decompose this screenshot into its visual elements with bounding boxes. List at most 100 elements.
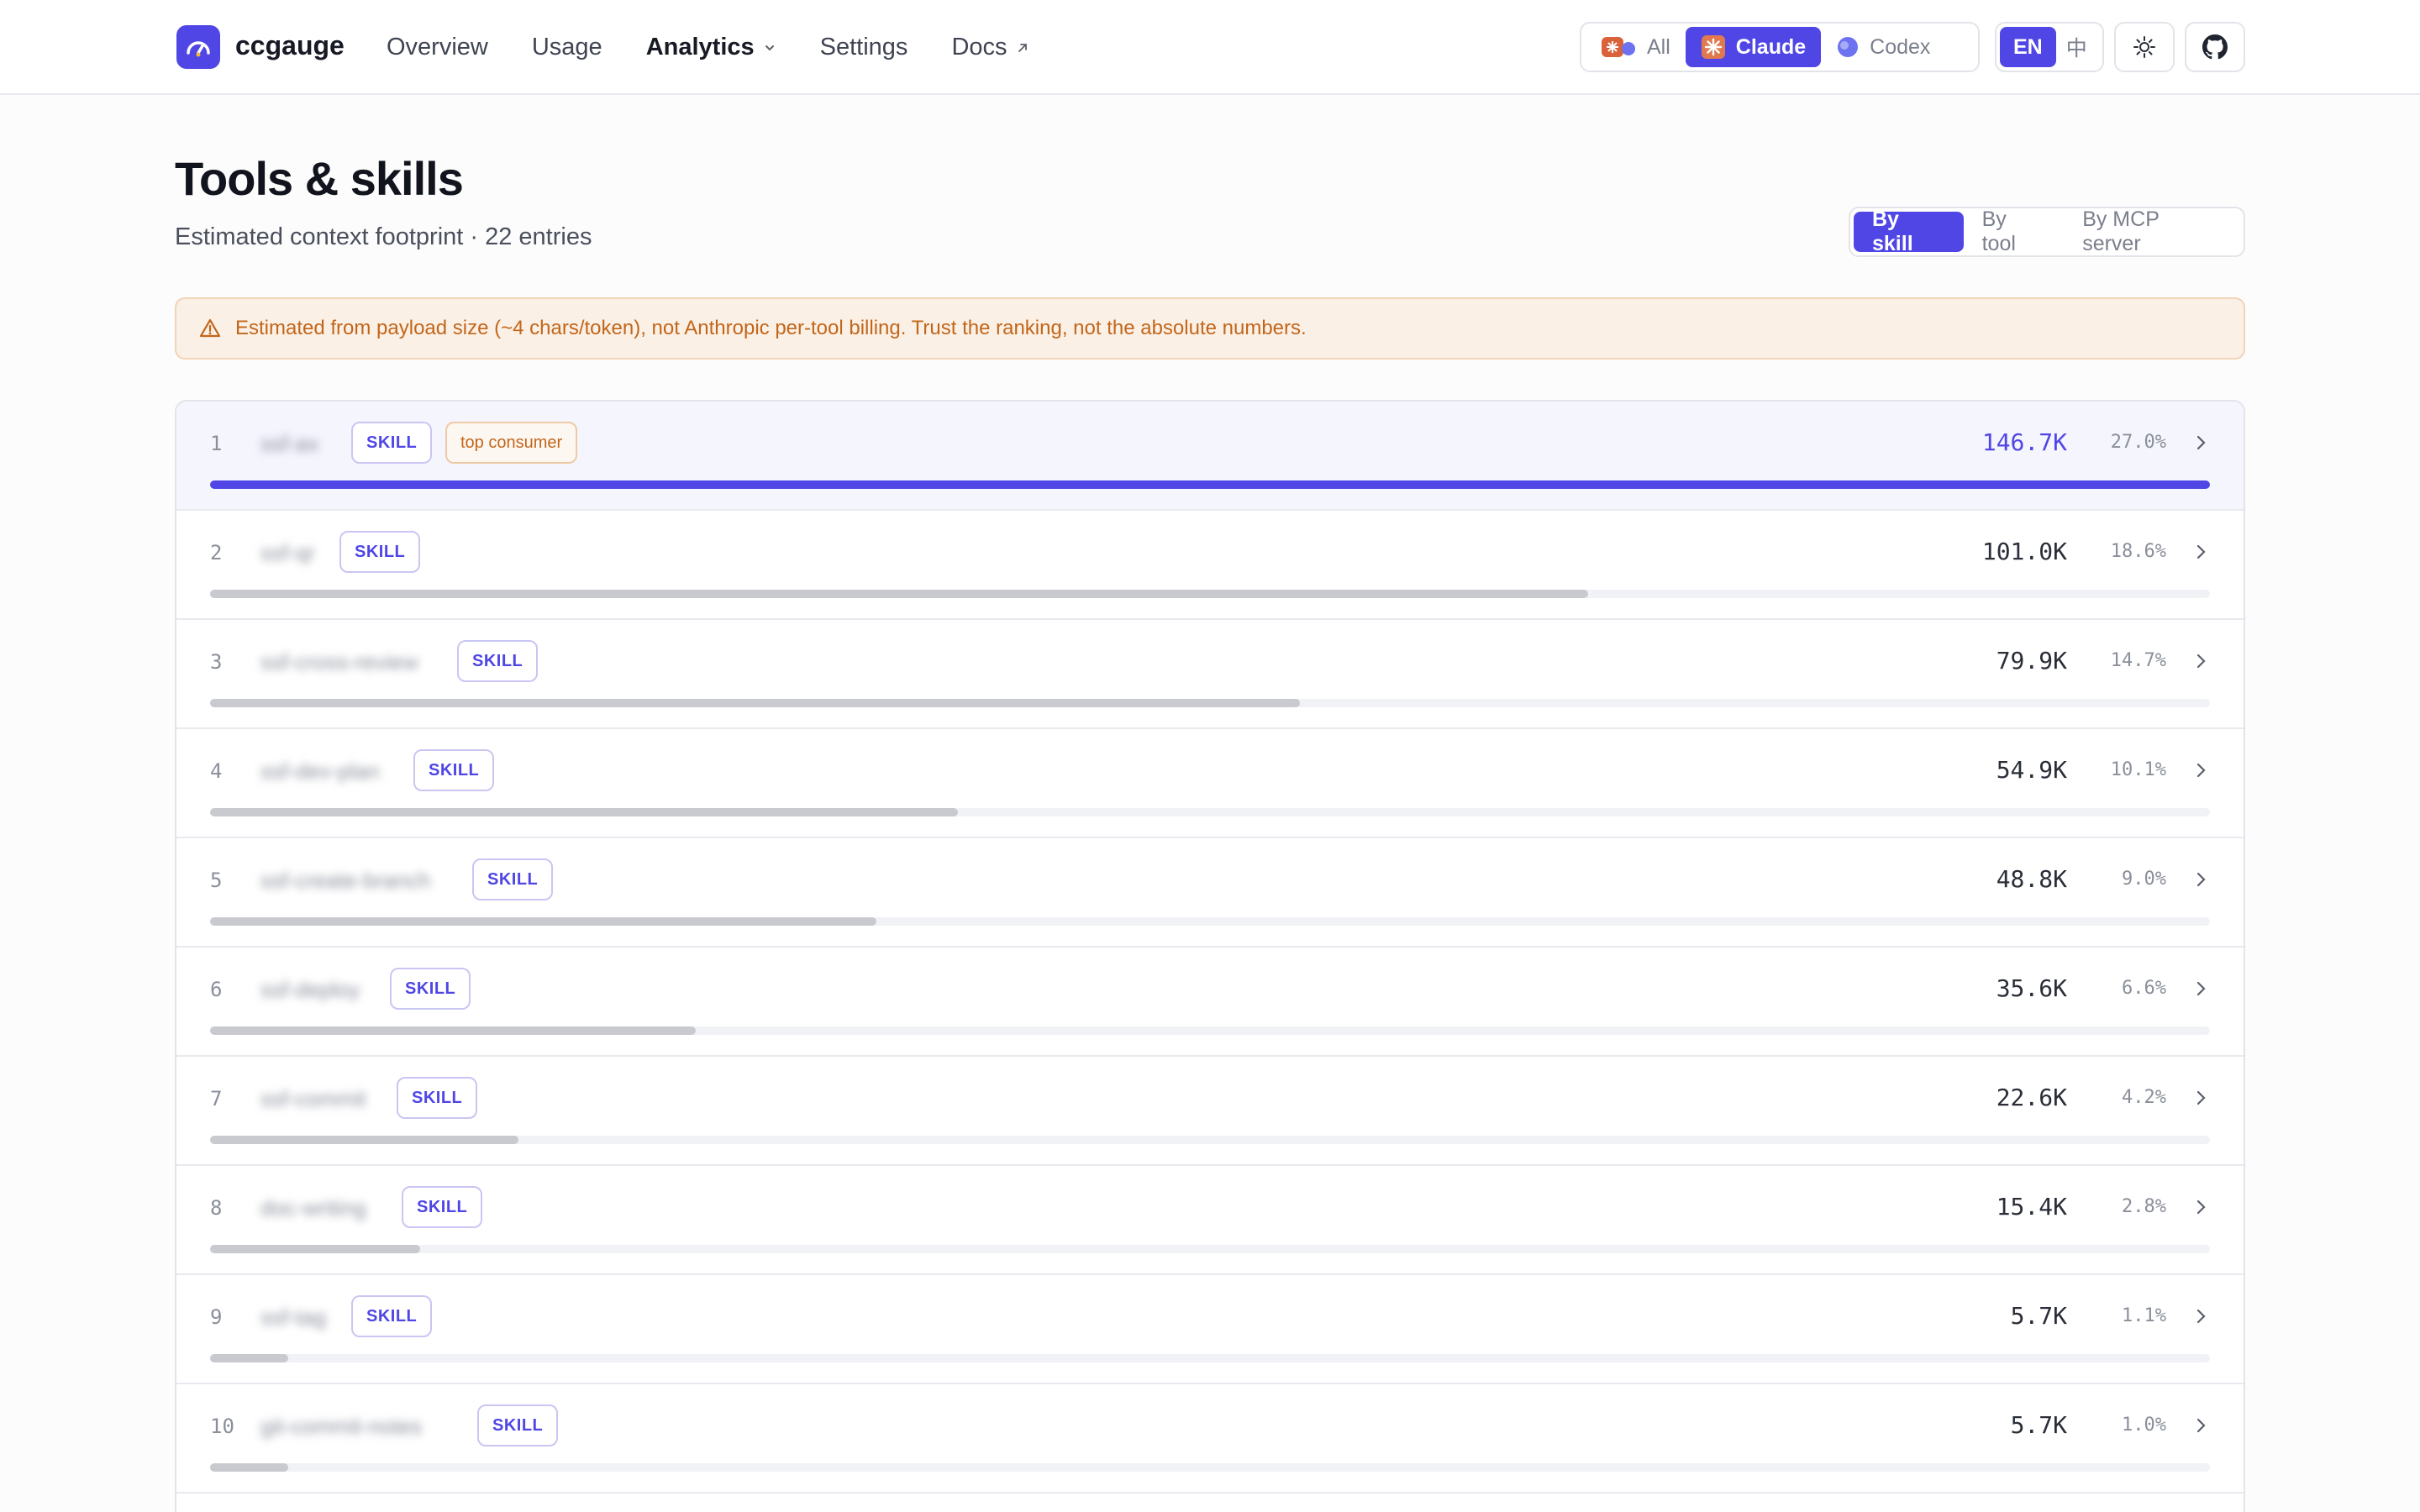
source-claude-option[interactable]: Claude [1685, 27, 1822, 67]
row-value: 54.9K [1996, 756, 2067, 784]
chevron-right-icon[interactable] [2191, 1415, 2210, 1436]
row-value: 146.7K [1981, 428, 2067, 456]
nav-overview-label: Overview [387, 34, 488, 60]
list-item[interactable]: 2 ssf-qr SKILL 101.0K 18.6% [176, 511, 2244, 620]
source-filter: All Claude Codex [1580, 22, 1980, 72]
row-rank: 7 [210, 1087, 223, 1110]
lang-en-label: EN [2013, 34, 2043, 59]
external-link-icon [1018, 43, 1027, 52]
list-item[interactable]: 3 ssf-cross-review SKILL 79.9K 14.7% [176, 620, 2244, 729]
chevron-right-icon[interactable] [2191, 1196, 2210, 1218]
source-codex-label: Codex [1870, 34, 1931, 59]
source-all-label: All [1647, 34, 1670, 59]
row-name: ssf-dev-plan [260, 759, 380, 784]
chevron-right-icon[interactable] [2191, 1087, 2210, 1109]
row-value: 35.6K [1996, 974, 2067, 1002]
usage-bar-fill [210, 699, 1301, 707]
row-name: ssf-qr [260, 540, 315, 565]
row-rank: 3 [210, 650, 223, 674]
page-subtitle: Estimated context footprint · 22 entries [175, 223, 592, 250]
nav-settings[interactable]: Settings [820, 34, 908, 61]
row-value: 101.0K [1981, 538, 2067, 565]
row-percent: 14.7% [2110, 650, 2166, 671]
row-value: 22.6K [1996, 1084, 2067, 1111]
list-item[interactable]: 9 ssf-tag SKILL 5.7K 1.1% [176, 1275, 2244, 1384]
chevron-right-icon[interactable] [2191, 432, 2210, 454]
row-value: 15.4K [1996, 1193, 2067, 1221]
usage-bar-track [210, 1026, 2210, 1035]
source-all-option[interactable]: All [1585, 27, 1686, 67]
source-codex-option[interactable]: Codex [1821, 27, 1945, 67]
page-title: Tools & skills [175, 152, 464, 205]
chevron-right-icon[interactable] [2191, 1305, 2210, 1327]
list-item[interactable]: 6 ssf-deploy SKILL 35.6K 6.6% [176, 948, 2244, 1057]
nav-overview[interactable]: Overview [387, 34, 488, 61]
row-percent: 6.6% [2122, 978, 2166, 999]
row-value: 79.9K [1996, 647, 2067, 675]
skill-badge: SKILL [397, 1077, 478, 1119]
list-item[interactable]: 5 ssf-create-branch SKILL 48.8K 9.0% [176, 838, 2244, 948]
row-name: git-commit-notes [260, 1414, 423, 1439]
sun-icon [2133, 36, 2155, 58]
top-bar: ccgauge Overview Usage Analytics Setting… [0, 0, 2420, 95]
nav-docs-label: Docs [951, 34, 1007, 60]
usage-bar-fill [210, 480, 2210, 489]
row-value: 48.8K [1996, 865, 2067, 893]
usage-bar-track [210, 1245, 2210, 1253]
usage-bar-fill [210, 1136, 518, 1144]
usage-bar-track [210, 699, 2210, 707]
skill-badge: SKILL [472, 858, 554, 900]
list-item[interactable]: 4 ssf-dev-plan SKILL 54.9K 10.1% [176, 729, 2244, 838]
chevron-right-icon[interactable] [2191, 978, 2210, 1000]
row-name: doc-writing [260, 1195, 366, 1221]
row-rank: 1 [210, 432, 223, 455]
skill-badge: SKILL [402, 1186, 483, 1228]
usage-bar-track [210, 1136, 2210, 1144]
list-item[interactable]: 1 ssf-ax SKILL top consumer 146.7K 27.0% [176, 402, 2244, 511]
lang-zh-label: 中 [2065, 37, 2087, 60]
row-rank: 5 [210, 869, 223, 892]
skills-ranking-list: 1 ssf-ax SKILL top consumer 146.7K 27.0%… [175, 400, 2245, 1512]
skill-badge: SKILL [390, 968, 471, 1010]
theme-toggle-button[interactable] [2114, 22, 2175, 72]
chevron-right-icon[interactable] [2191, 541, 2210, 563]
list-item[interactable]: 8 doc-writing SKILL 15.4K 2.8% [176, 1166, 2244, 1275]
github-icon [2202, 34, 2228, 60]
usage-bar-track [210, 480, 2210, 489]
nav-settings-label: Settings [819, 34, 908, 60]
nav-analytics[interactable]: Analytics [646, 34, 776, 61]
codex-icon [1836, 35, 1860, 59]
lang-zh-option[interactable]: 中 [2056, 27, 2097, 67]
ccgauge-logo-icon[interactable] [176, 25, 220, 69]
skill-badge: SKILL [339, 531, 421, 573]
skill-badge: SKILL [457, 640, 539, 682]
chevron-right-icon[interactable] [2191, 869, 2210, 890]
chevron-right-icon[interactable] [2191, 759, 2210, 781]
usage-bar-track [210, 590, 2210, 598]
lang-en-option[interactable]: EN [2000, 27, 2056, 67]
view-by-tool-option[interactable]: By tool [1964, 207, 2065, 255]
nav-usage-label: Usage [531, 34, 602, 60]
brand-name[interactable]: ccgauge [235, 30, 345, 61]
row-rank: 6 [210, 978, 223, 1001]
view-by-mcp-option[interactable]: By MCP server [2064, 207, 2240, 255]
usage-bar-fill [210, 1245, 420, 1253]
language-switch: EN 中 [1995, 22, 2104, 72]
usage-bar-fill [210, 1463, 288, 1472]
nav-usage[interactable]: Usage [532, 34, 602, 61]
row-name: ssf-create-branch [260, 868, 431, 893]
usage-bar-track [210, 1463, 2210, 1472]
nav-docs[interactable]: Docs [951, 34, 1028, 61]
row-rank: 10 [210, 1415, 234, 1438]
list-item[interactable]: 7 ssf-commit SKILL 22.6K 4.2% [176, 1057, 2244, 1166]
row-name: ssf-deploy [260, 977, 360, 1002]
row-percent: 2.8% [2122, 1196, 2166, 1217]
list-item[interactable]: 10 git-commit-notes SKILL 5.7K 1.0% [176, 1384, 2244, 1494]
github-button[interactable] [2185, 22, 2245, 72]
row-percent: 18.6% [2110, 541, 2166, 562]
usage-bar-fill [210, 1354, 288, 1362]
view-by-skill-option[interactable]: By skill [1854, 207, 1964, 255]
row-percent: 1.0% [2122, 1415, 2166, 1436]
chevron-right-icon[interactable] [2191, 650, 2210, 672]
row-value: 5.7K [2010, 1302, 2067, 1330]
